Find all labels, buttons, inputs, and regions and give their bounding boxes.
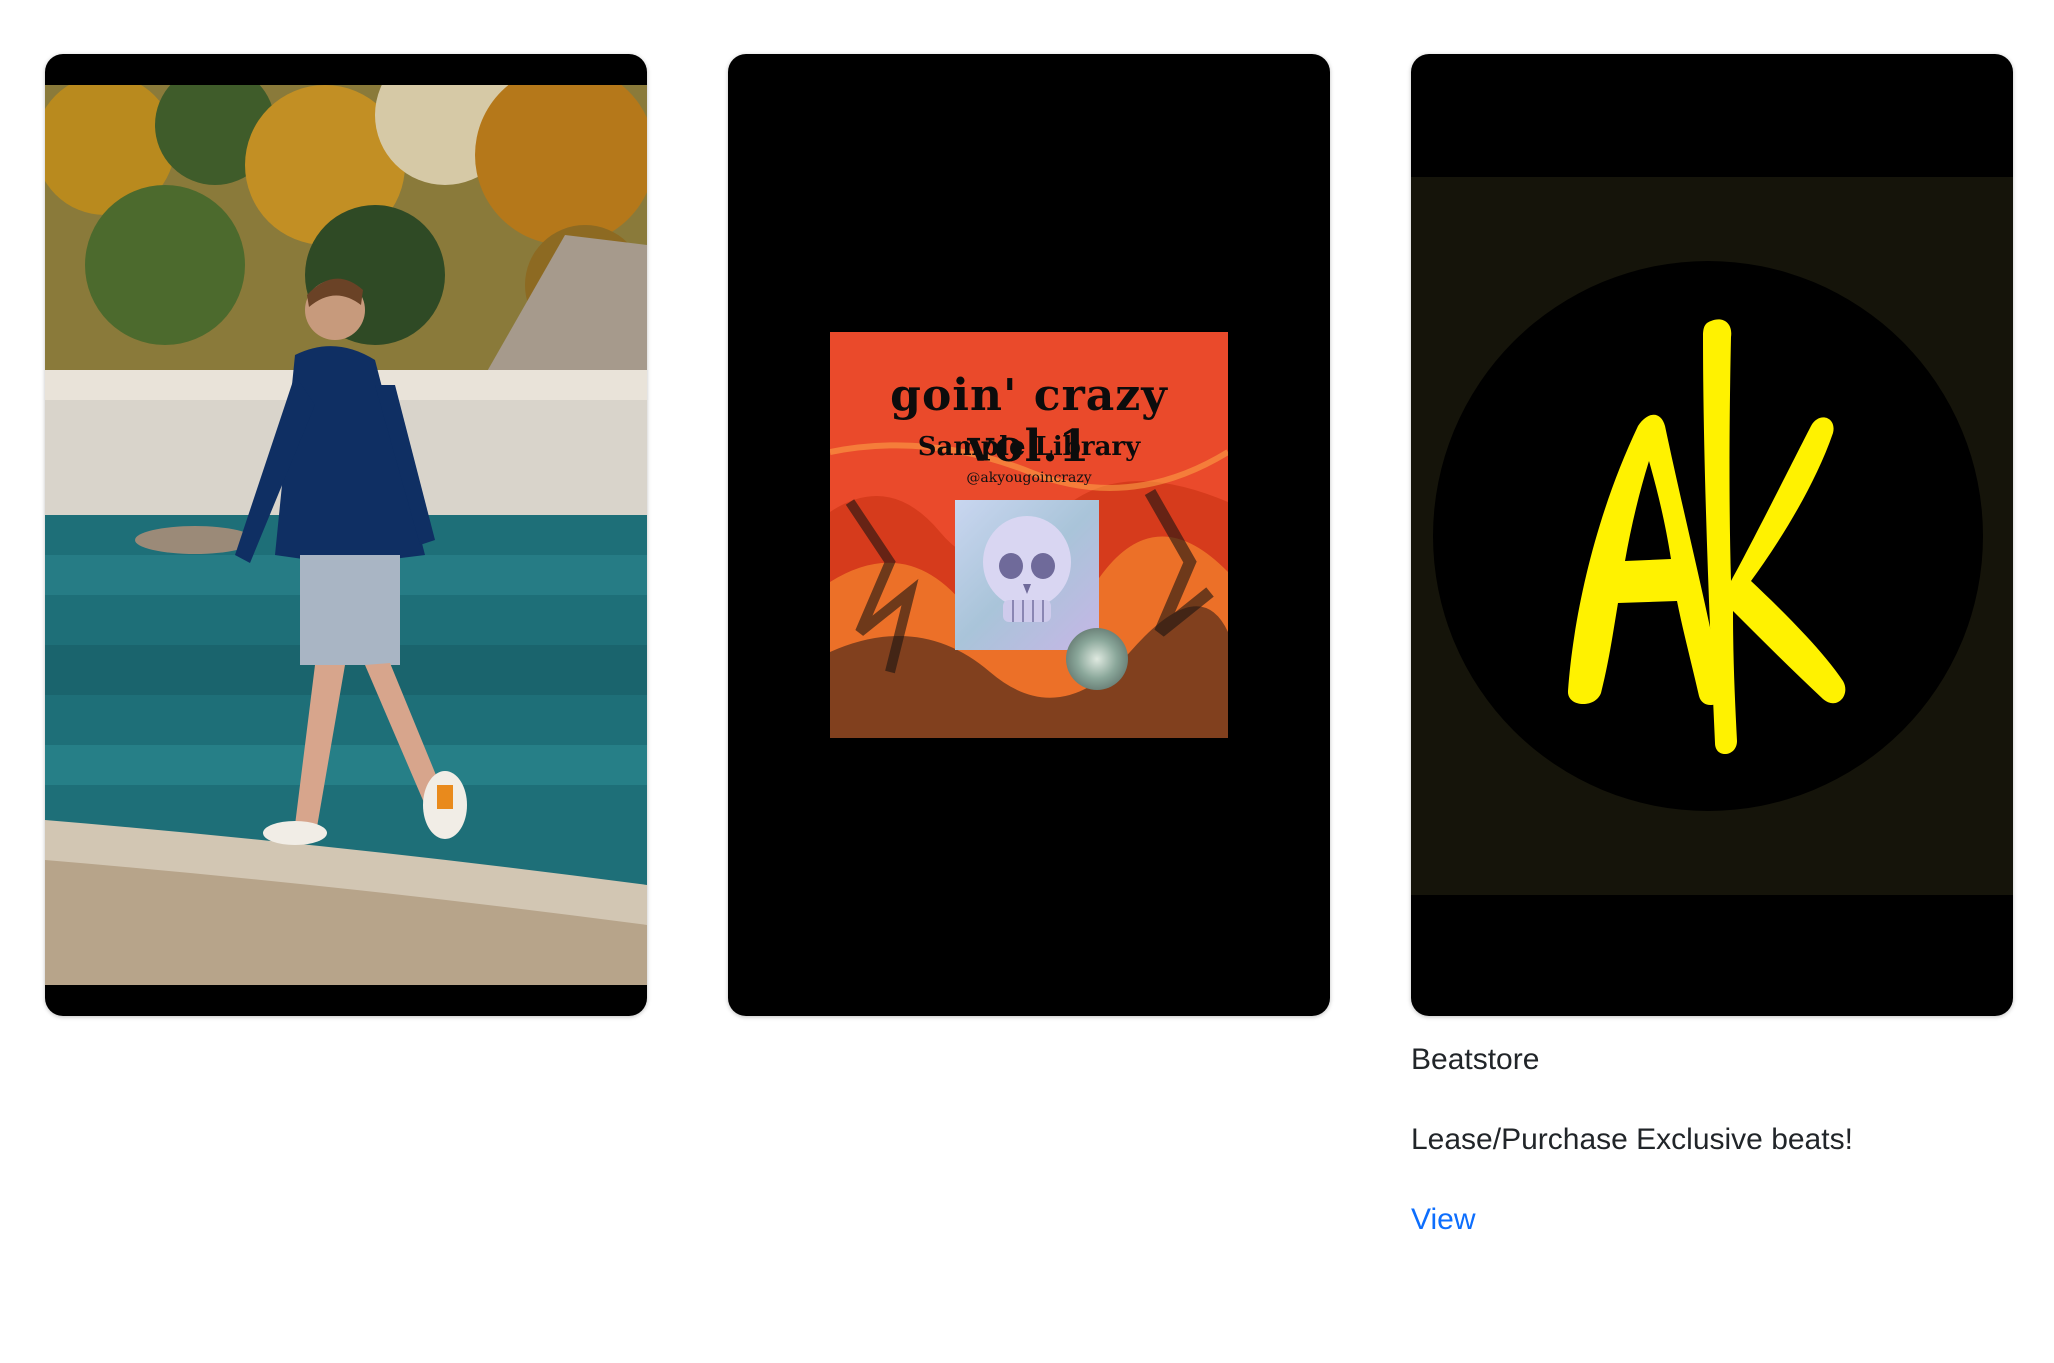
skull-icon bbox=[983, 516, 1071, 622]
photo-man-walking-by-sea bbox=[45, 85, 647, 985]
album-subtitle: Sample Library bbox=[917, 432, 1141, 462]
card-3[interactable] bbox=[1411, 54, 2013, 1016]
skull-image bbox=[955, 500, 1099, 650]
photo-illustration bbox=[45, 85, 647, 985]
card-body: Beatstore Lease/Purchase Exclusive beats… bbox=[1411, 1042, 2013, 1238]
card-2[interactable]: goin' crazy vol.1 Sample Library @akyoug… bbox=[728, 54, 1330, 1016]
card-column-1 bbox=[45, 54, 647, 1238]
card-grid: goin' crazy vol.1 Sample Library @akyoug… bbox=[45, 54, 2015, 1238]
ak-logo-glyph bbox=[1567, 319, 1846, 755]
album-cover: goin' crazy vol.1 Sample Library @akyoug… bbox=[830, 332, 1228, 738]
card-column-3: Beatstore Lease/Purchase Exclusive beats… bbox=[1411, 54, 2013, 1238]
hologram-sticker bbox=[1066, 628, 1128, 690]
view-link[interactable]: View bbox=[1411, 1202, 1475, 1238]
album-handle: @akyougoincrazy bbox=[966, 470, 1092, 486]
logo-circle bbox=[1433, 261, 1983, 811]
card-description: Lease/Purchase Exclusive beats! bbox=[1411, 1123, 1853, 1156]
card-column-2: goin' crazy vol.1 Sample Library @akyoug… bbox=[728, 54, 1330, 1238]
ak-logo bbox=[1411, 177, 2013, 895]
card-1[interactable] bbox=[45, 54, 647, 1016]
card-title: Beatstore bbox=[1411, 1043, 1540, 1076]
